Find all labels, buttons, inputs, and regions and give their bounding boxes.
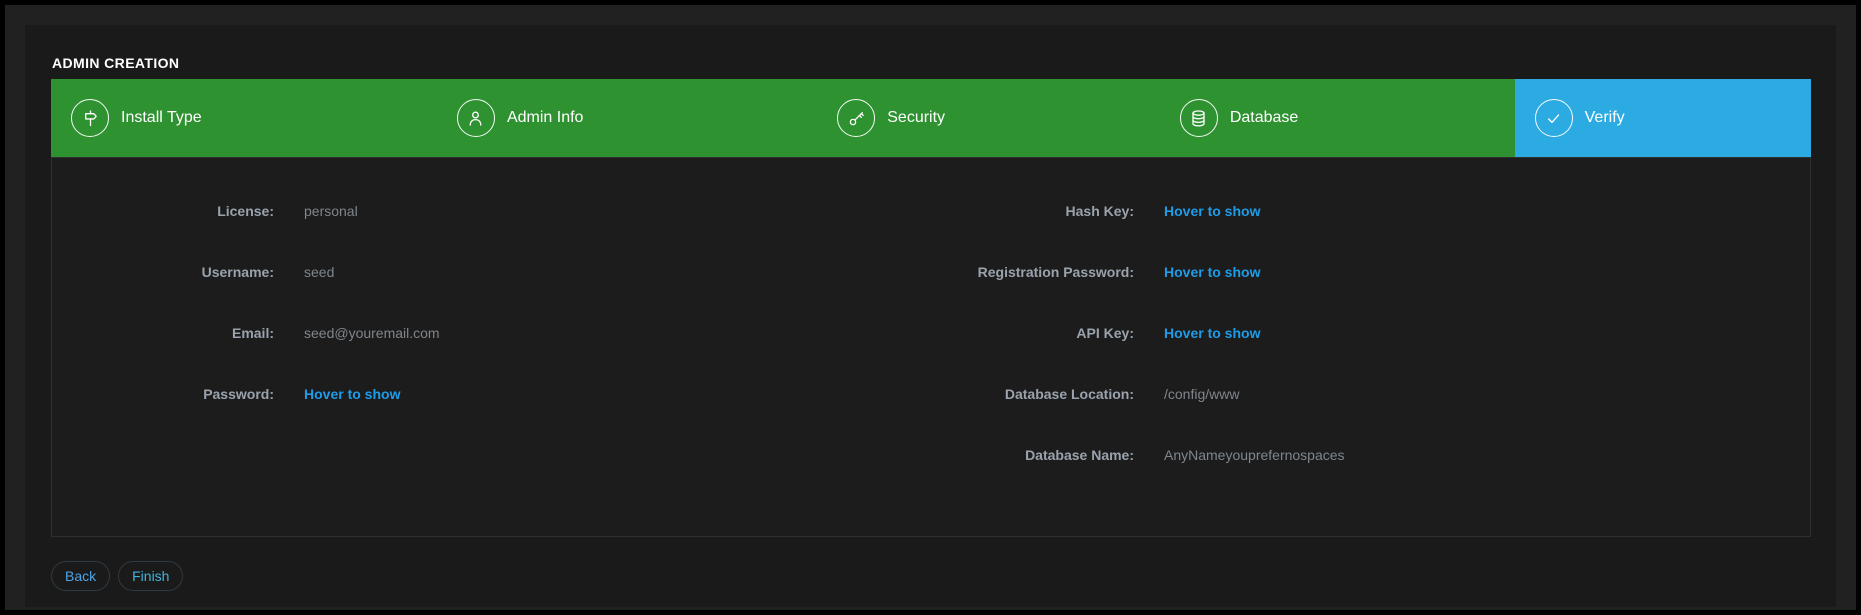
back-button[interactable]: Back xyxy=(51,561,110,591)
form-row-email: Email: seed@youremail.com xyxy=(52,325,912,342)
wizard-footer: Back Finish xyxy=(51,561,183,591)
step-label: Database xyxy=(1230,109,1299,127)
signpost-icon xyxy=(71,99,109,137)
form-row-password: Password: Hover to show xyxy=(52,386,912,403)
wizard-stepper: Install Type Admin Info xyxy=(51,79,1811,157)
field-value: /config/www xyxy=(1164,386,1810,402)
form-row-database-name: Database Name: AnyNameyouprefernospaces xyxy=(912,447,1810,464)
field-value: seed xyxy=(304,264,912,280)
form-row-license: License: personal xyxy=(52,203,912,220)
page-title: ADMIN CREATION xyxy=(52,55,179,71)
field-label: API Key: xyxy=(912,325,1134,341)
step-security[interactable]: Security xyxy=(817,79,1160,157)
verify-summary-panel: License: personal Username: seed Email: … xyxy=(51,157,1811,537)
step-install-type[interactable]: Install Type xyxy=(51,79,437,157)
field-label: License: xyxy=(52,203,274,219)
database-icon xyxy=(1180,99,1218,137)
form-column-right: Hash Key: Hover to show Registration Pas… xyxy=(912,203,1810,508)
hover-to-show-link[interactable]: Hover to show xyxy=(1164,203,1810,219)
field-label: Hash Key: xyxy=(912,203,1134,219)
form-row-registration-password: Registration Password: Hover to show xyxy=(912,264,1810,281)
field-label: Username: xyxy=(52,264,274,280)
step-database[interactable]: Database xyxy=(1160,79,1515,157)
step-label: Security xyxy=(887,109,945,127)
check-icon xyxy=(1535,99,1573,137)
step-label: Admin Info xyxy=(507,109,583,127)
field-label: Password: xyxy=(52,386,274,402)
field-value: seed@youremail.com xyxy=(304,325,912,341)
hover-to-show-link[interactable]: Hover to show xyxy=(304,386,912,402)
field-label: Email: xyxy=(52,325,274,341)
form-row-api-key: API Key: Hover to show xyxy=(912,325,1810,342)
field-value: personal xyxy=(304,203,912,219)
step-admin-info[interactable]: Admin Info xyxy=(437,79,817,157)
hover-to-show-link[interactable]: Hover to show xyxy=(1164,264,1810,280)
admin-creation-page: ADMIN CREATION Install Type xyxy=(25,25,1836,607)
finish-button[interactable]: Finish xyxy=(118,561,183,591)
step-label: Install Type xyxy=(121,109,202,127)
key-icon xyxy=(837,99,875,137)
form-row-hash-key: Hash Key: Hover to show xyxy=(912,203,1810,220)
field-value: AnyNameyouprefernospaces xyxy=(1164,447,1810,463)
app-window: ADMIN CREATION Install Type xyxy=(5,5,1856,610)
person-icon xyxy=(457,99,495,137)
field-label: Registration Password: xyxy=(912,264,1134,280)
form-row-database-location: Database Location: /config/www xyxy=(912,386,1810,403)
verify-form: License: personal Username: seed Email: … xyxy=(52,158,1810,508)
field-label: Database Name: xyxy=(912,447,1134,463)
step-verify[interactable]: Verify xyxy=(1515,79,1811,157)
hover-to-show-link[interactable]: Hover to show xyxy=(1164,325,1810,341)
form-column-left: License: personal Username: seed Email: … xyxy=(52,203,912,508)
step-label: Verify xyxy=(1585,109,1625,127)
form-row-username: Username: seed xyxy=(52,264,912,281)
field-label: Database Location: xyxy=(912,386,1134,402)
content-area: ADMIN CREATION Install Type xyxy=(51,25,1811,607)
